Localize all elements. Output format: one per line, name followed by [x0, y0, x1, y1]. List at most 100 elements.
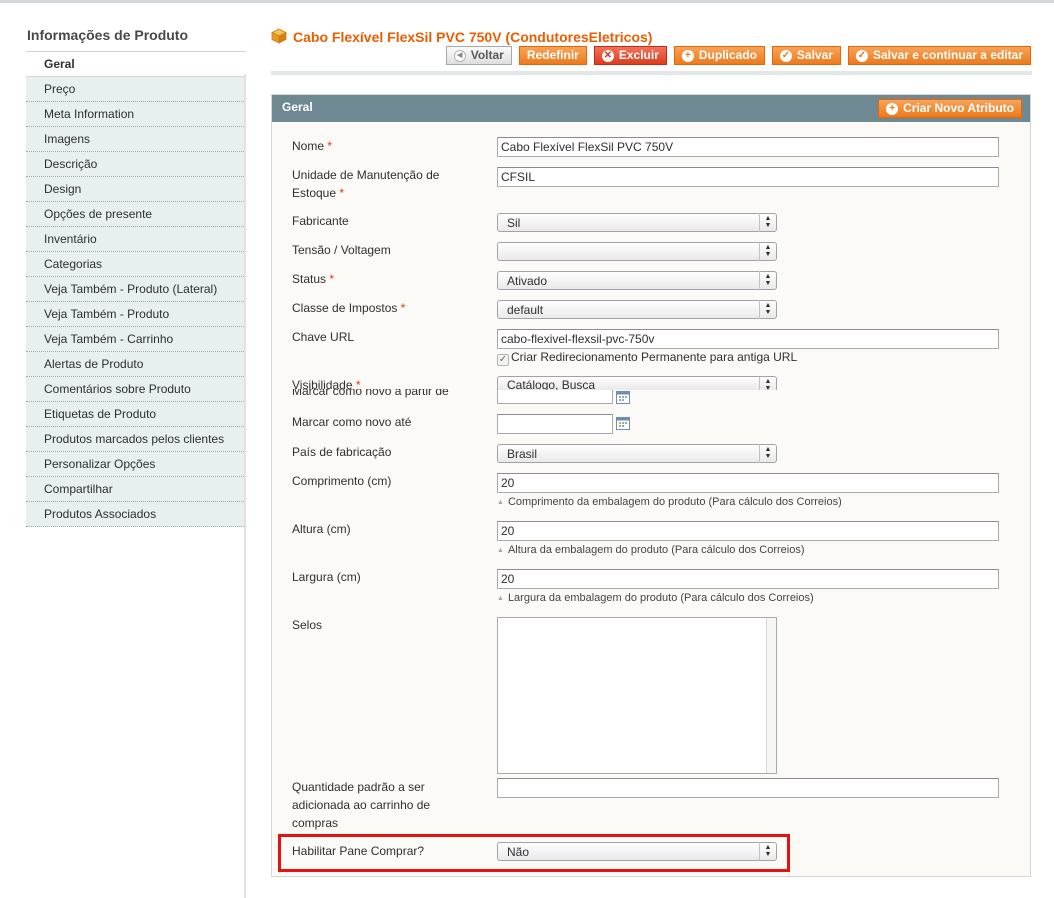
- length-input[interactable]: 20: [497, 473, 999, 493]
- sidebar-divider: [244, 74, 246, 898]
- delete-icon: ✕: [601, 49, 614, 62]
- country-label: País de fabricação: [292, 445, 392, 459]
- back-arrow-icon: ◀: [453, 49, 466, 62]
- tab-categorias[interactable]: Categorias: [26, 252, 246, 277]
- redirect-checkbox[interactable]: ✓: [497, 354, 509, 366]
- tab-geral[interactable]: Geral: [26, 52, 246, 77]
- default-qty-input[interactable]: [497, 778, 999, 798]
- back-button[interactable]: ◀ Voltar: [445, 46, 512, 65]
- name-input[interactable]: Cabo Flexível FlexSil PVC 750V: [497, 137, 999, 157]
- voltage-label: Tensão / Voltagem: [292, 243, 391, 257]
- tab-preco[interactable]: Preço: [26, 77, 246, 102]
- checkmark-icon: ✓: [855, 49, 868, 62]
- length-note: ▲ Comprimento da embalagem do produto (Pa…: [497, 496, 842, 508]
- add-icon: +: [681, 49, 694, 62]
- highlight-box: [278, 834, 790, 872]
- select-arrows-icon: ▲ ▼: [759, 213, 776, 232]
- save-button[interactable]: ✓ Salvar: [771, 46, 841, 65]
- note-triangle-icon: ▲: [497, 595, 504, 602]
- fieldset-title: Geral: [282, 100, 313, 114]
- delete-button[interactable]: ✕ Excluir: [593, 46, 667, 65]
- tab-descricao[interactable]: Descrição: [26, 152, 246, 177]
- tab-etiquetas[interactable]: Etiquetas de Produto: [26, 402, 246, 427]
- width-input[interactable]: 20: [497, 569, 999, 589]
- product-box-icon: [271, 28, 287, 44]
- calendar-icon[interactable]: [616, 417, 630, 430]
- checkmark-icon: ✓: [779, 49, 792, 62]
- delete-button-label: Excluir: [618, 48, 659, 62]
- duplicate-button-label: Duplicado: [698, 48, 757, 62]
- save-button-label: Salvar: [796, 48, 833, 62]
- select-arrows-icon: ▲ ▼: [759, 300, 776, 319]
- tab-produtos-marcados[interactable]: Produtos marcados pelos clientes: [26, 427, 246, 452]
- sidebar-tabs: Geral Preço Meta Information Imagens Des…: [26, 52, 246, 527]
- width-label: Largura (cm): [292, 570, 361, 584]
- height-label: Altura (cm): [292, 522, 351, 536]
- status-label: Status *: [292, 272, 335, 286]
- seals-multiselect[interactable]: [497, 617, 777, 774]
- seals-scrollbar[interactable]: [766, 618, 776, 773]
- tab-personalizar-opcoes[interactable]: Personalizar Opções: [26, 452, 246, 477]
- calendar-icon[interactable]: [616, 391, 630, 404]
- reset-button[interactable]: Redefinir: [518, 46, 587, 65]
- tab-alertas-de-produto[interactable]: Alertas de Produto: [26, 352, 246, 377]
- select-arrows-icon: ▲ ▼: [759, 242, 776, 261]
- name-label: Nome *: [292, 139, 333, 153]
- tax-class-label: Classe de Impostos *: [292, 301, 406, 315]
- country-select[interactable]: Brasil ▲ ▼: [497, 444, 777, 463]
- tab-veja-tambem-carrinho[interactable]: Veja Também - Carrinho: [26, 327, 246, 352]
- tab-compartilhar[interactable]: Compartilhar: [26, 477, 246, 502]
- back-button-label: Voltar: [470, 48, 504, 62]
- tab-design[interactable]: Design: [26, 177, 246, 202]
- visibility-label: Visibilidade *: [292, 376, 472, 389]
- product-info-sidebar: Informações de Produto Geral Preço Meta …: [26, 24, 246, 527]
- status-select[interactable]: Ativado ▲ ▼: [497, 271, 777, 290]
- redirect-label: Criar Redirecionamento Permanente para a…: [511, 350, 798, 364]
- tab-veja-tambem-produto[interactable]: Veja Também - Produto: [26, 302, 246, 327]
- height-note: ▲ Altura da embalagem do produto (Para cá…: [497, 544, 805, 556]
- tab-produtos-associados[interactable]: Produtos Associados: [26, 502, 246, 527]
- new-to-input[interactable]: [497, 414, 613, 434]
- create-attribute-label: Criar Novo Atributo: [903, 101, 1014, 115]
- note-triangle-icon: ▲: [497, 547, 504, 554]
- tab-opcoes-de-presente[interactable]: Opções de presente: [26, 202, 246, 227]
- redirect-checkbox-row[interactable]: ✓ Criar Redirecionamento Permanente para …: [497, 350, 797, 366]
- sku-input[interactable]: CFSIL: [497, 167, 999, 187]
- select-arrows-icon: ▲ ▼: [759, 271, 776, 290]
- manufacturer-label: Fabricante: [292, 214, 349, 228]
- tab-comentarios[interactable]: Comentários sobre Produto: [26, 377, 246, 402]
- action-buttons: ◀ Voltar Redefinir ✕ Excluir + Duplicado…: [445, 46, 1031, 65]
- sidebar-title: Informações de Produto: [26, 24, 246, 52]
- manufacturer-select[interactable]: Sil ▲ ▼: [497, 213, 777, 232]
- tab-inventario[interactable]: Inventário: [26, 227, 246, 252]
- tab-meta-information[interactable]: Meta Information: [26, 102, 246, 127]
- duplicate-button[interactable]: + Duplicado: [673, 46, 765, 65]
- url-key-label: Chave URL: [292, 330, 355, 344]
- width-note: ▲ Largura da embalagem do produto (Para c…: [497, 592, 814, 604]
- save-and-continue-label: Salvar e continuar a editar: [872, 48, 1023, 62]
- header-divider: [271, 71, 1032, 75]
- tax-class-select[interactable]: default ▲ ▼: [497, 300, 777, 319]
- length-label: Comprimento (cm): [292, 474, 392, 488]
- tab-veja-tambem-lateral[interactable]: Veja Também - Produto (Lateral): [26, 277, 246, 302]
- seals-label: Selos: [292, 618, 323, 632]
- reset-button-label: Redefinir: [526, 48, 579, 62]
- page-title: Cabo Flexível FlexSil PVC 750V (Condutor…: [271, 28, 653, 45]
- height-input[interactable]: 20: [497, 521, 999, 541]
- save-and-continue-button[interactable]: ✓ Salvar e continuar a editar: [847, 46, 1031, 65]
- top-border: [0, 0, 1054, 3]
- sku-label: Unidade de Manutenção de Estoque *: [292, 168, 440, 200]
- add-icon: +: [886, 102, 899, 115]
- new-to-label: Marcar como novo até: [292, 415, 412, 429]
- url-key-input[interactable]: cabo-flexivel-flexsil-pvc-750v: [497, 329, 999, 349]
- tab-imagens[interactable]: Imagens: [26, 127, 246, 152]
- select-arrows-icon: ▲ ▼: [759, 444, 776, 463]
- create-attribute-button[interactable]: + Criar Novo Atributo: [878, 99, 1022, 118]
- note-triangle-icon: ▲: [497, 499, 504, 506]
- visibility-select[interactable]: Catálogo, Busca ▲ ▼: [497, 376, 777, 390]
- page-title-text: Cabo Flexível FlexSil PVC 750V (Condutor…: [293, 29, 653, 45]
- voltage-select[interactable]: ▲ ▼: [497, 242, 777, 261]
- fieldset-header: Geral + Criar Novo Atributo: [272, 95, 1030, 122]
- select-arrows-icon: ▲ ▼: [759, 377, 776, 390]
- default-qty-label: Quantidade padrão a ser adicionada ao ca…: [292, 780, 431, 830]
